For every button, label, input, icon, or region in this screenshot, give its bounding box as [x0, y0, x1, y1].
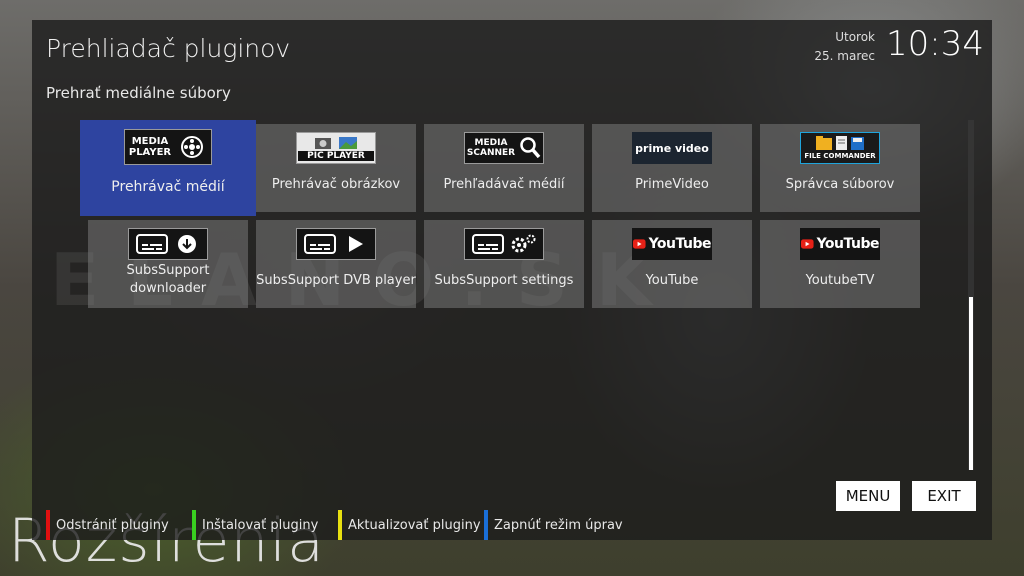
pic-player-logo: PIC PLAYER — [296, 132, 376, 164]
subssupport-settings-logo — [464, 228, 544, 260]
plugin-tile-primevideo[interactable]: prime video PrimeVideo — [592, 124, 752, 212]
plugin-label: PrimeVideo — [635, 177, 709, 192]
plugin-tile-media-scanner[interactable]: MEDIA SCANNER Prehľadávač médií — [424, 124, 584, 212]
media-scanner-logo: MEDIA SCANNER — [464, 132, 544, 164]
plugin-label: Prehrávač médií — [111, 179, 225, 195]
plugin-tile-subssupport-dvb-player[interactable]: SubsSupport DVB player — [256, 220, 416, 308]
subtitle-download-icon — [136, 234, 196, 254]
youtube-play-icon — [633, 239, 646, 249]
blue-key-bar — [484, 510, 488, 540]
scrollbar-thumb[interactable] — [969, 297, 973, 470]
plugin-label: SubsSupport DVB player — [256, 273, 416, 288]
youtube-logo: YouTube — [632, 228, 712, 260]
plugin-label: YoutubeTV — [805, 273, 875, 288]
yellow-key-update-plugins[interactable]: Aktualizovať pluginy — [338, 510, 481, 540]
plugin-tile-subssupport-settings[interactable]: SubsSupport settings — [424, 220, 584, 308]
subssupport-dvb-player-logo — [296, 228, 376, 260]
green-key-bar — [192, 510, 196, 540]
file-commander-logo: FILE COMMANDER — [800, 132, 880, 164]
plugin-tile-youtube[interactable]: YouTube YouTube — [592, 220, 752, 308]
media-player-logo: MEDIA PLAYER — [124, 129, 212, 165]
date-day: Utorok — [835, 30, 875, 44]
page-subtitle: Prehrať mediálne súbory — [46, 84, 231, 102]
plugin-label: Prehľadávač médií — [443, 177, 565, 192]
exit-button[interactable]: EXIT — [912, 481, 976, 511]
blue-key-edit-mode[interactable]: Zapnúť režim úprav — [484, 510, 623, 540]
red-key-remove-plugins[interactable]: Odstrániť pluginy — [46, 510, 169, 540]
subtitle-settings-icon — [472, 234, 536, 254]
color-key-label: Inštalovať pluginy — [202, 517, 319, 533]
subssupport-downloader-logo — [128, 228, 208, 260]
plugin-label: SubsSupport settings — [434, 273, 574, 288]
plugin-tile-file-commander[interactable]: FILE COMMANDER Správca súborov — [760, 124, 920, 212]
film-reel-icon — [181, 136, 204, 158]
yellow-key-bar — [338, 510, 342, 540]
plugin-tile-youtubetv[interactable]: YouTube YoutubeTV — [760, 220, 920, 308]
color-key-label: Aktualizovať pluginy — [348, 517, 481, 533]
plugin-label: SubsSupport downloader — [126, 263, 210, 296]
youtubetv-logo: YouTube — [800, 228, 880, 260]
plugin-label: Prehrávač obrázkov — [271, 177, 401, 192]
plugin-label: Správca súborov — [785, 177, 895, 192]
date-month: 25. marec — [814, 49, 875, 63]
prime-video-logo: prime video — [632, 132, 712, 164]
green-key-install-plugins[interactable]: Inštalovať pluginy — [192, 510, 318, 540]
plugin-tile-pic-player[interactable]: PIC PLAYER Prehrávač obrázkov — [256, 124, 416, 212]
color-key-label: Zapnúť režim úprav — [494, 517, 623, 533]
camera-photo-icon — [315, 137, 357, 149]
color-key-label: Odstrániť pluginy — [56, 517, 169, 533]
plugin-label: YouTube — [645, 273, 699, 288]
clock: 10:34 — [886, 24, 984, 64]
plugin-tile-media-player[interactable]: MEDIA PLAYER Prehrávač médií — [80, 120, 256, 216]
subtitle-play-icon — [304, 234, 363, 254]
page-title: Prehliadač pluginov — [46, 34, 291, 63]
folder-document-icon — [816, 136, 864, 150]
menu-button[interactable]: MENU — [836, 481, 900, 511]
magnifier-icon — [520, 137, 541, 159]
youtube-play-icon — [801, 239, 814, 249]
plugin-tile-subssupport-downloader[interactable]: SubsSupport downloader — [88, 220, 248, 308]
red-key-bar — [46, 510, 50, 540]
